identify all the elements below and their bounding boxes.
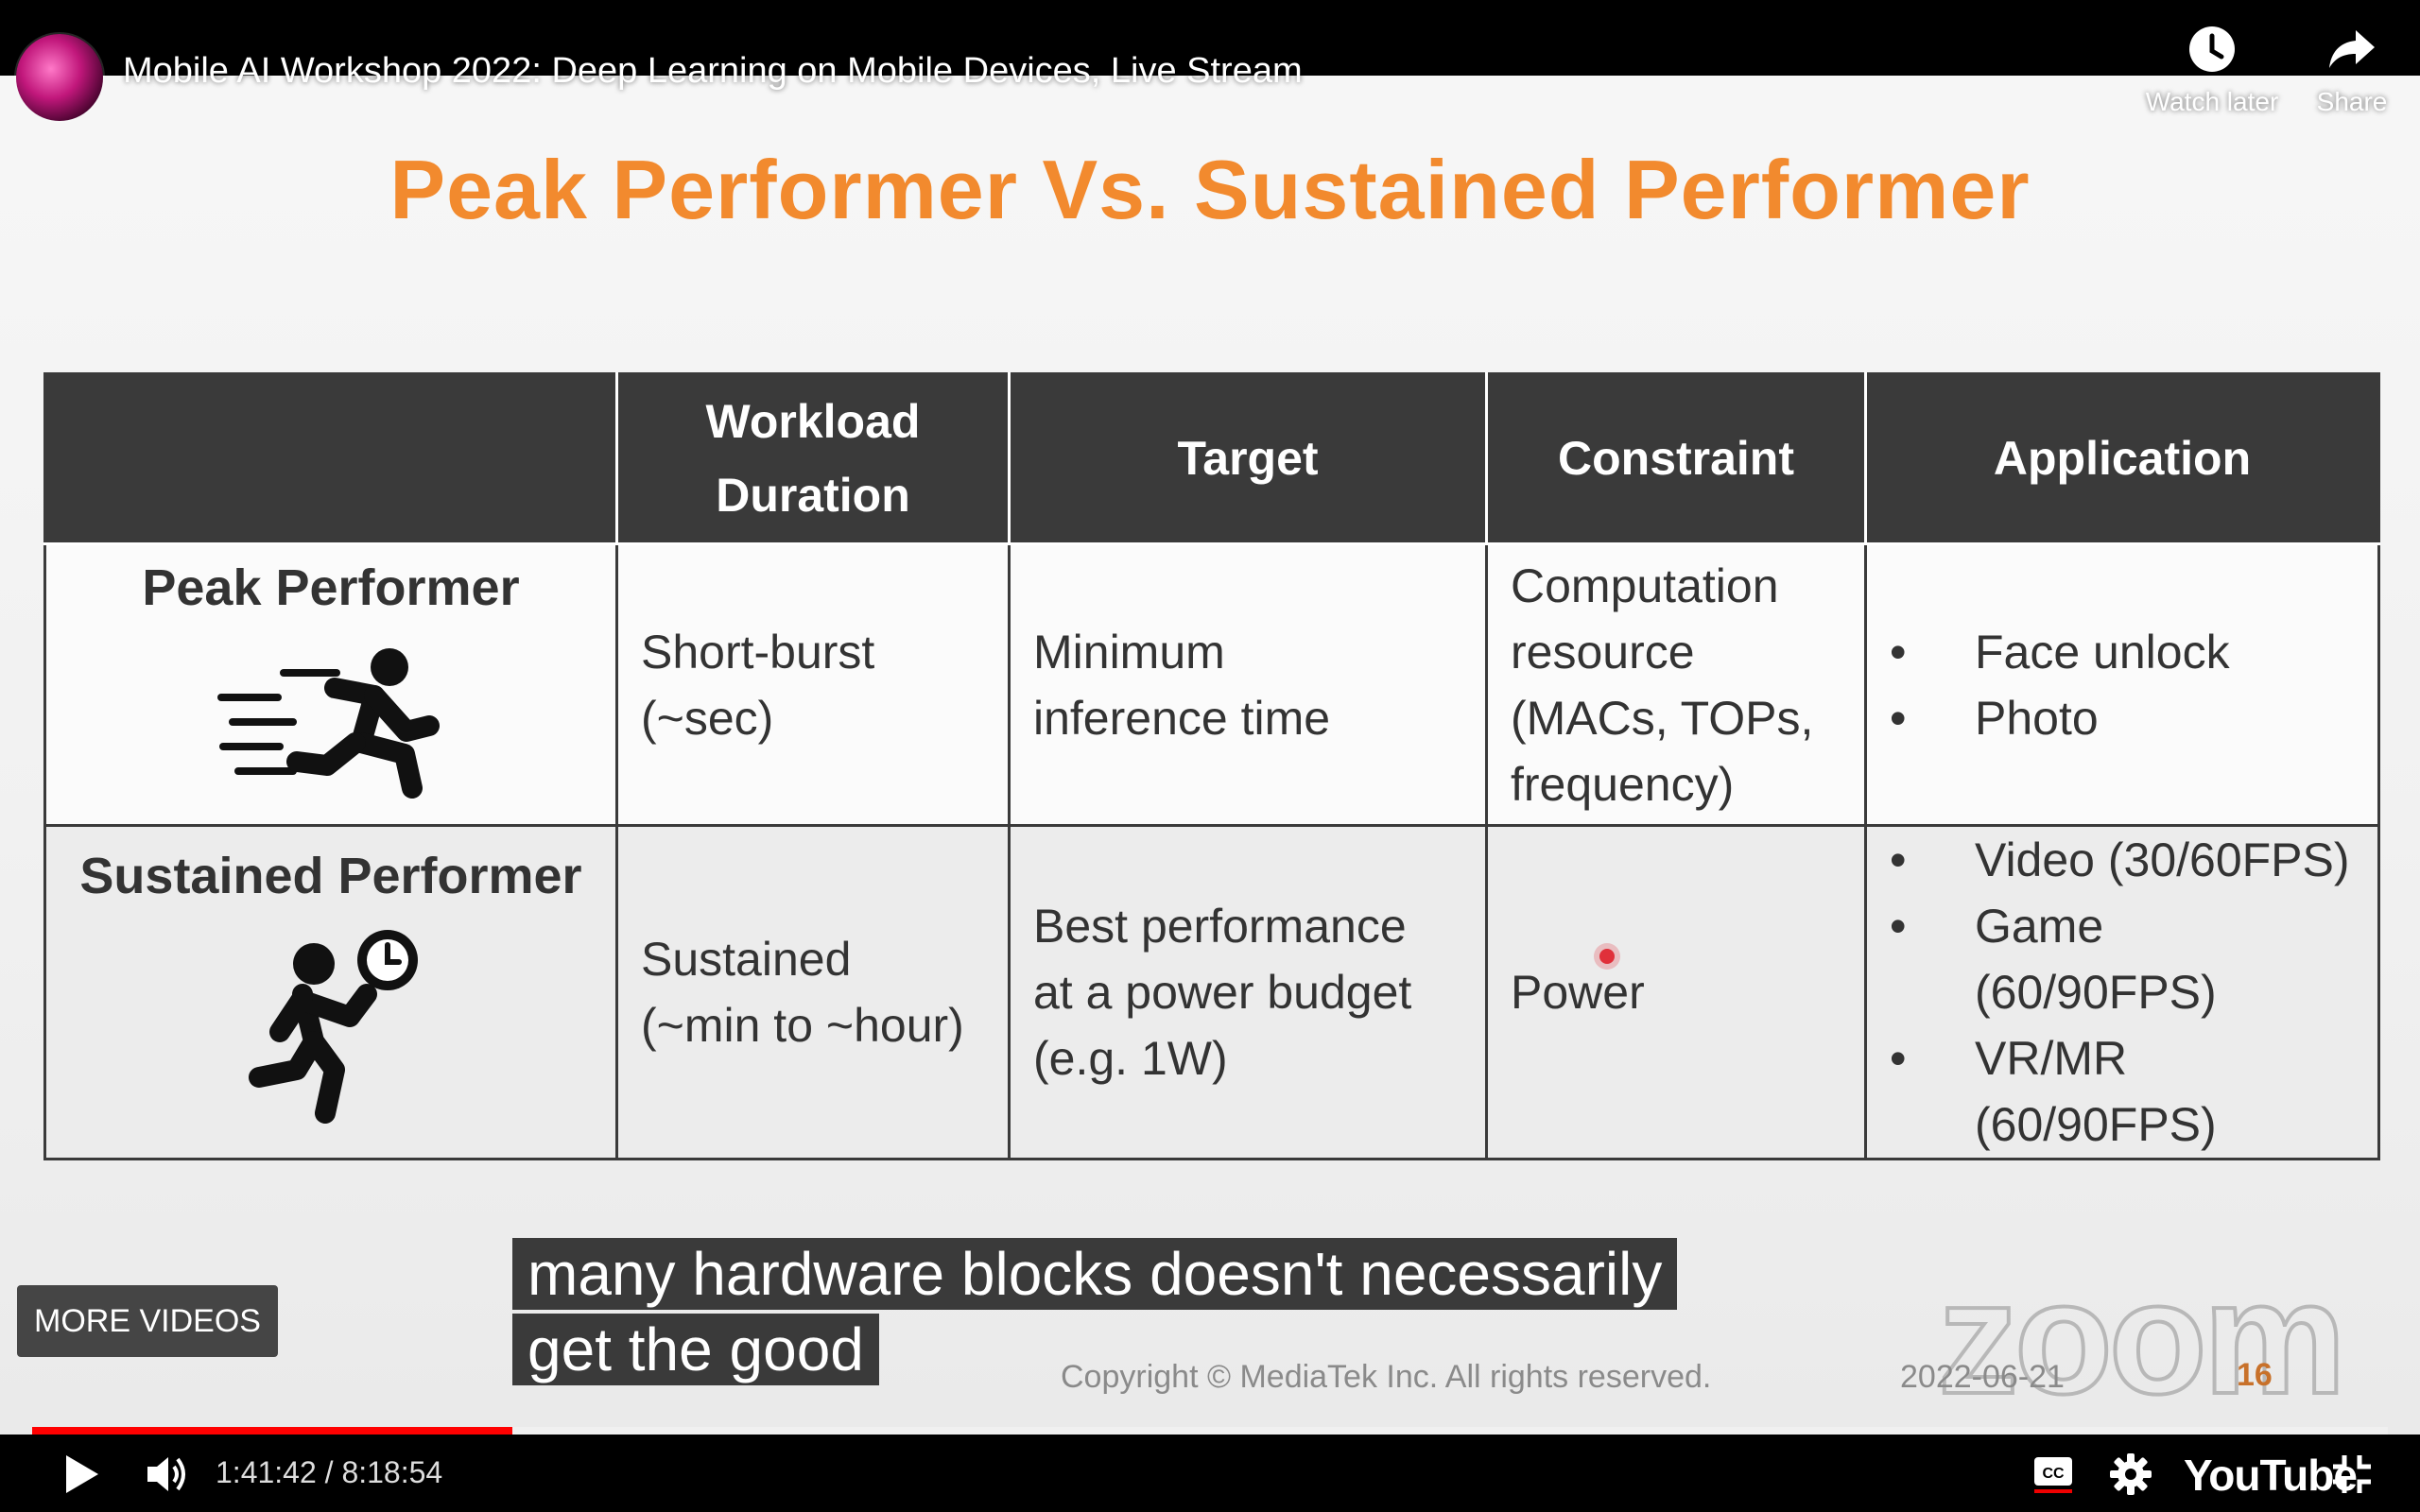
row-header-peak: Peak Performer xyxy=(43,542,618,827)
cell-application: Video (30/60FPS) Game (60/90FPS) VR/MR (… xyxy=(1864,824,2380,1160)
cell-line: Minimum xyxy=(1033,625,1225,679)
cell-line: at a power budget xyxy=(1033,966,1412,1019)
cell-constraint: Computation resource (MACs, TOPs, freque… xyxy=(1485,542,1867,827)
cell-line: Power xyxy=(1511,966,1645,1019)
time-display: 1:41:42 / 8:18:54 xyxy=(216,1455,442,1490)
settings-gear-icon[interactable] xyxy=(2110,1453,2152,1495)
list-item: Game (60/90FPS) xyxy=(1890,893,2355,1025)
application-list: Face unlock Photo xyxy=(1890,619,2355,751)
slide-page-number: 16 xyxy=(2237,1357,2273,1393)
cell-workload: Sustained (~min to ~hour) xyxy=(615,824,1011,1160)
share-label: Share xyxy=(2316,87,2388,116)
time-separator: / xyxy=(316,1455,342,1489)
cell-line: Computation xyxy=(1511,558,1779,612)
table-row: Peak Performer Short-burst (~sec) Minimu… xyxy=(43,542,2380,827)
table-row: Sustained Performer Sustained (~min to ~… xyxy=(43,824,2380,1160)
captions-icon: CC xyxy=(2034,1457,2072,1493)
cell-line: Sustained xyxy=(641,933,852,986)
duration: 8:18:54 xyxy=(341,1455,443,1489)
cell-line: (MACs, TOPs, xyxy=(1511,691,1814,745)
share-arrow-icon xyxy=(2329,30,2375,68)
table-header-row: Workload Duration Target Constraint Appl… xyxy=(43,372,2380,545)
cell-line: resource xyxy=(1511,625,1695,679)
list-item: Video (30/60FPS) xyxy=(1890,827,2355,893)
current-time: 1:41:42 xyxy=(216,1455,317,1489)
running-person-clock-icon xyxy=(249,929,418,1124)
list-item: Photo xyxy=(1890,685,2355,751)
cell-workload: Short-burst (~sec) xyxy=(615,542,1011,827)
list-item: Face unlock xyxy=(1890,619,2355,685)
table-header-empty xyxy=(43,372,618,545)
slide-title: Peak Performer Vs. Sustained Performer xyxy=(389,143,2031,236)
caption-line: get the good xyxy=(512,1314,879,1385)
svg-text:CC: CC xyxy=(2042,1466,2065,1482)
share-button[interactable]: Share xyxy=(2276,25,2420,117)
video-title[interactable]: Mobile AI Workshop 2022: Deep Learning o… xyxy=(123,51,1303,92)
row-header-sustained: Sustained Performer xyxy=(43,824,618,1160)
cell-target: Best performance at a power budget (e.g.… xyxy=(1008,824,1488,1160)
running-person-icon xyxy=(217,648,440,799)
progress-played xyxy=(32,1427,512,1435)
play-icon[interactable] xyxy=(62,1453,100,1495)
pointer-highlight xyxy=(1599,949,1615,964)
cell-line: frequency) xyxy=(1511,757,1735,811)
cell-line: inference time xyxy=(1033,691,1331,745)
application-list: Video (30/60FPS) Game (60/90FPS) VR/MR (… xyxy=(1890,827,2355,1158)
table-header-constraint: Constraint xyxy=(1485,372,1867,545)
row-name: Sustained Performer xyxy=(79,848,582,905)
cell-line: (~sec) xyxy=(641,691,774,745)
watch-later-label: Watch later xyxy=(2145,87,2279,116)
more-videos-button[interactable]: MORE VIDEOS xyxy=(17,1285,278,1357)
comparison-table: Workload Duration Target Constraint Appl… xyxy=(43,372,2380,1160)
cell-constraint: Power xyxy=(1485,824,1867,1160)
table-header-application: Application xyxy=(1864,372,2380,545)
exit-fullscreen-icon[interactable] xyxy=(2331,1453,2373,1495)
cell-application: Face unlock Photo xyxy=(1864,542,2380,827)
list-item: VR/MR (60/90FPS) xyxy=(1890,1025,2355,1158)
cell-line: Best performance xyxy=(1033,900,1407,953)
caption-line: many hardware blocks doesn't necessarily xyxy=(512,1238,1678,1310)
cell-target: Minimum inference time xyxy=(1008,542,1488,827)
cell-line: Short-burst xyxy=(641,625,875,679)
table-header-target: Target xyxy=(1008,372,1488,545)
cell-line: (e.g. 1W) xyxy=(1033,1032,1228,1085)
table-header-label: Workload Duration xyxy=(705,395,921,522)
captions-button[interactable]: CC xyxy=(2032,1455,2074,1498)
volume-icon[interactable] xyxy=(146,1453,191,1495)
channel-avatar[interactable] xyxy=(16,34,103,121)
video-frame[interactable]: Peak Performer Vs. Sustained Performer W… xyxy=(0,0,2420,1512)
table-header-workload: Workload Duration xyxy=(615,372,1011,545)
player-controls: 1:41:42 / 8:18:54 CC YouTube xyxy=(0,1435,2420,1512)
clock-icon xyxy=(2189,26,2235,72)
cell-line: (~min to ~hour) xyxy=(641,999,964,1052)
watch-later-button[interactable]: Watch later xyxy=(2136,25,2288,117)
zoom-watermark: zoom xyxy=(1936,1246,2348,1430)
slide-date: 2022-06-21 xyxy=(1900,1359,2065,1395)
row-name: Peak Performer xyxy=(142,558,520,616)
closed-caption: many hardware blocks doesn't necessarily… xyxy=(512,1238,1678,1389)
